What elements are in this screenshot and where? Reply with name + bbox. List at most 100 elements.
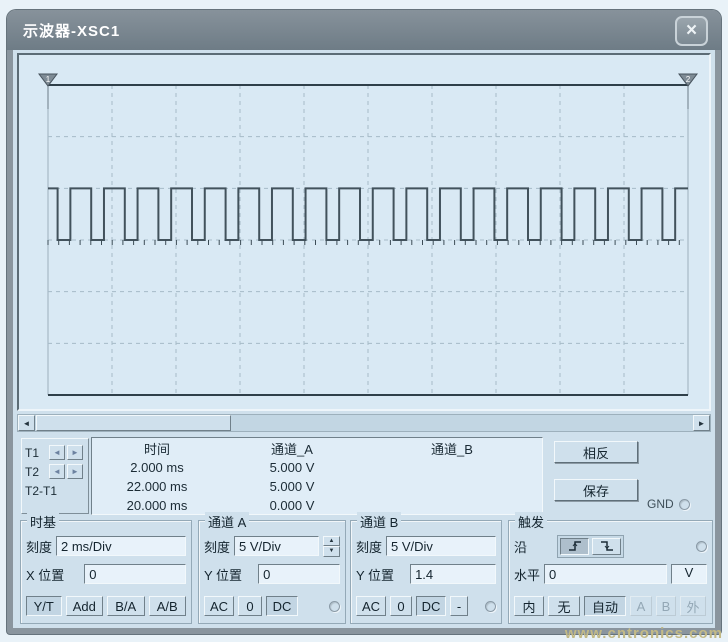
- trigger-level-label: 水平: [514, 565, 540, 584]
- column-header-channel-a: 通道_A: [271, 439, 313, 458]
- channel-b-y-position-label: Y 位置: [356, 565, 394, 584]
- timebase-position-row: X 位置: [26, 563, 186, 585]
- trigger-b-button[interactable]: B: [656, 596, 676, 616]
- t1-row: T1 ◄ ►: [25, 443, 85, 462]
- scroll-left-button[interactable]: ◄: [18, 415, 35, 431]
- gnd-label: GND: [647, 497, 674, 511]
- mode-add-button[interactable]: Add: [66, 596, 103, 616]
- t2-left-button[interactable]: ◄: [49, 464, 65, 479]
- cursor-2-label: 2: [686, 75, 691, 84]
- title-bar[interactable]: 示波器-XSC1 ×: [7, 10, 721, 50]
- timebase-scale-input[interactable]: [56, 536, 186, 556]
- channel-b-zero-button[interactable]: 0: [390, 596, 412, 616]
- trigger-edge-label: 沿: [514, 537, 527, 556]
- reverse-button[interactable]: 相反: [554, 441, 638, 463]
- t1-channel-a-value: 5.000 V: [270, 460, 315, 475]
- watermark: www.cntronics.com: [565, 625, 723, 642]
- t1-left-icon: ◄: [53, 448, 61, 457]
- channel-a-ac-button[interactable]: AC: [204, 596, 234, 616]
- t2-right-button[interactable]: ►: [67, 464, 83, 479]
- channel-a-scale-label: 刻度: [204, 537, 230, 556]
- channel-a-dc-button[interactable]: DC: [266, 596, 298, 616]
- window-body: 12 ◄ ► T1 ◄ ► T2 ◄ ►: [13, 50, 715, 628]
- delta-time-value: 20.000 ms: [127, 498, 188, 513]
- channel-b-y-position-input[interactable]: [410, 564, 496, 584]
- gnd-terminal: GND: [647, 497, 690, 511]
- scroll-left-icon: ◄: [23, 419, 31, 428]
- mode-ab-button[interactable]: A/B: [149, 596, 186, 616]
- x-position-input[interactable]: [84, 564, 186, 584]
- gnd-terminal-icon: [679, 499, 690, 510]
- spin-up-icon: ▲: [329, 538, 335, 544]
- channel-b-minus-button[interactable]: -: [450, 596, 468, 616]
- t1-label: T1: [25, 446, 47, 460]
- channel-b-position-row: Y 位置: [356, 563, 496, 585]
- close-icon: ×: [686, 20, 697, 42]
- t1-right-icon: ►: [71, 448, 79, 457]
- scroll-right-button[interactable]: ►: [693, 415, 710, 431]
- channel-a-scale-down-button[interactable]: ▼: [323, 546, 340, 557]
- trigger-external-button[interactable]: 外: [680, 596, 706, 616]
- channel-a-position-row: Y 位置: [204, 563, 340, 585]
- channel-b-title: 通道 B: [357, 512, 401, 531]
- close-button[interactable]: ×: [675, 16, 708, 46]
- timebase-mode-row: Y/T Add B/A A/B: [26, 595, 186, 617]
- t1-time-value: 2.000 ms: [130, 460, 183, 475]
- channel-a-scale-spinner: ▲ ▼: [323, 536, 340, 557]
- channel-b-dc-button[interactable]: DC: [416, 596, 446, 616]
- channel-a-title: 通道 A: [205, 512, 249, 531]
- edge-button-wrap: [557, 535, 624, 558]
- trigger-internal-button[interactable]: 内: [514, 596, 544, 616]
- falling-edge-button[interactable]: [592, 538, 621, 555]
- channel-a-group: 通道 A 刻度 ▲ ▼ Y 位置 AC 0 DC: [198, 520, 346, 624]
- oscilloscope-window: 示波器-XSC1 × 12 ◄ ► T1 ◄ ►: [7, 10, 721, 634]
- save-button[interactable]: 保存: [554, 479, 638, 501]
- channel-a-y-position-input[interactable]: [258, 564, 340, 584]
- mode-yt-button[interactable]: Y/T: [26, 596, 62, 616]
- scroll-right-icon: ►: [698, 419, 706, 428]
- trigger-auto-button[interactable]: 自动: [584, 596, 626, 616]
- trigger-a-button[interactable]: A: [630, 596, 652, 616]
- trigger-edge-row: 沿: [514, 535, 707, 557]
- t1-left-button[interactable]: ◄: [49, 445, 65, 460]
- rising-edge-icon: [567, 540, 583, 552]
- channel-b-scale-label: 刻度: [356, 537, 382, 556]
- scope-display: 12: [17, 53, 711, 411]
- channel-b-scale-row: 刻度: [356, 535, 496, 557]
- channel-b-scale-input[interactable]: [386, 536, 496, 556]
- x-position-label: X 位置: [26, 565, 64, 584]
- trigger-title: 触发: [515, 512, 547, 531]
- trigger-none-button[interactable]: 无: [548, 596, 580, 616]
- channel-b-ac-button[interactable]: AC: [356, 596, 386, 616]
- measurement-table: 时间 通道_A 通道_B 2.000 ms 5.000 V 22.000 ms …: [91, 437, 543, 515]
- falling-edge-icon: [599, 540, 615, 552]
- t2-t1-label: T2-T1: [25, 484, 85, 498]
- t2-row: T2 ◄ ►: [25, 462, 85, 481]
- t2-t1-row: T2-T1: [25, 481, 85, 500]
- trigger-mode-row: 内 无 自动 A B 外: [514, 595, 707, 617]
- channel-b-group: 通道 B 刻度 Y 位置 AC 0 DC -: [350, 520, 502, 624]
- trigger-level-unit: V: [671, 564, 707, 584]
- t2-left-icon: ◄: [53, 467, 61, 476]
- cursor-control-box: T1 ◄ ► T2 ◄ ► T2-T1: [21, 438, 89, 514]
- channel-a-scale-up-button[interactable]: ▲: [323, 536, 340, 547]
- t1-right-button[interactable]: ►: [67, 445, 83, 460]
- trigger-level-input[interactable]: [544, 564, 667, 584]
- readout-panel: T1 ◄ ► T2 ◄ ► T2-T1 时间 通道_A 通道_B 2.000 m…: [13, 436, 715, 516]
- rising-edge-button[interactable]: [560, 538, 589, 555]
- horizontal-scrollbar[interactable]: ◄ ►: [17, 414, 711, 432]
- scrollbar-thumb[interactable]: [36, 415, 231, 431]
- timebase-group: 时基 刻度 X 位置 Y/T Add B/A A/B: [20, 520, 192, 624]
- channel-a-scale-input[interactable]: [234, 536, 319, 556]
- channel-a-zero-button[interactable]: 0: [238, 596, 262, 616]
- t2-channel-a-value: 5.000 V: [270, 479, 315, 494]
- channel-a-y-position-label: Y 位置: [204, 565, 242, 584]
- timebase-title: 时基: [27, 512, 59, 531]
- mode-ba-button[interactable]: B/A: [107, 596, 144, 616]
- channel-a-scale-row: 刻度 ▲ ▼: [204, 535, 340, 557]
- delta-channel-a-value: 0.000 V: [270, 498, 315, 513]
- scope-canvas: 12: [19, 55, 709, 409]
- channel-b-terminal-icon: [485, 601, 496, 612]
- column-header-time: 时间: [144, 439, 170, 458]
- t2-label: T2: [25, 465, 47, 479]
